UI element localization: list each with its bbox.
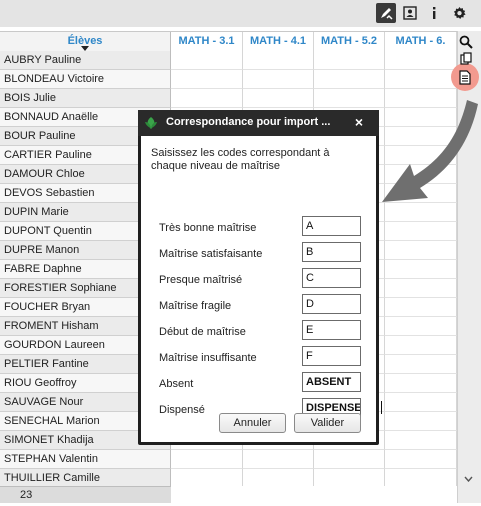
column-header-eleves[interactable]: Élèves (0, 32, 171, 51)
grade-cell[interactable] (243, 89, 314, 108)
grade-cell[interactable] (314, 469, 385, 486)
table-row[interactable]: STEPHAN Valentin (0, 450, 457, 469)
grade-cell[interactable] (385, 51, 457, 70)
level-code-input-satisfaisante[interactable] (302, 242, 361, 262)
grade-cell[interactable] (243, 70, 314, 89)
grade-cell[interactable] (385, 241, 457, 260)
grade-cell[interactable] (171, 450, 243, 469)
table-row[interactable]: AUBRY Pauline (0, 51, 457, 70)
grade-cell[interactable] (385, 279, 457, 298)
grade-cell[interactable] (171, 70, 243, 89)
column-header-math-5-2[interactable]: MATH - 5.2 (314, 32, 385, 51)
level-code-input-tres-bonne[interactable] (302, 216, 361, 236)
student-name[interactable]: AUBRY Pauline (0, 51, 171, 70)
dialog-instructions: Saisissez les codes correspondant à chaq… (151, 147, 330, 172)
grade-cell[interactable] (385, 298, 457, 317)
student-count-footer: 23 (0, 486, 171, 503)
grade-cell[interactable] (385, 222, 457, 241)
student-name[interactable]: STEPHAN Valentin (0, 450, 171, 469)
column-header-math-3-1[interactable]: MATH - 3.1 (171, 32, 243, 51)
cancel-button[interactable]: Annuler (219, 413, 286, 433)
grade-cell[interactable] (385, 336, 457, 355)
copy-icon[interactable] (458, 51, 474, 67)
gear-icon[interactable] (449, 3, 469, 23)
column-header-math-4-1[interactable]: MATH - 4.1 (243, 32, 314, 51)
level-label-satisfaisante: Maîtrise satisfaisante (159, 248, 263, 260)
pen-check-icon[interactable] (376, 3, 396, 23)
scroll-down-icon[interactable] (460, 473, 476, 485)
app-logo-icon (145, 117, 157, 129)
level-code-input-fragile[interactable] (302, 294, 361, 314)
grade-cell[interactable] (243, 469, 314, 486)
level-label-tres-bonne: Très bonne maîtrise (159, 222, 257, 234)
grade-cell[interactable] (385, 374, 457, 393)
grade-cell[interactable] (385, 355, 457, 374)
text-caret (381, 401, 382, 414)
grade-cell[interactable] (243, 51, 314, 70)
callout-arrow-icon (382, 100, 478, 202)
grade-cell[interactable] (171, 469, 243, 486)
import-mapping-dialog: Correspondance pour import ... × Saisiss… (138, 110, 382, 445)
column-header-math-6[interactable]: MATH - 6. (385, 32, 457, 51)
grade-cell[interactable] (385, 412, 457, 431)
validate-button[interactable]: Valider (294, 413, 361, 433)
student-name[interactable]: BLONDEAU Victoire (0, 70, 171, 89)
level-label-fragile: Maîtrise fragile (159, 300, 232, 312)
student-name[interactable]: BOIS Julie (0, 89, 171, 108)
student-name[interactable]: THUILLIER Camille (0, 469, 171, 486)
grade-cell[interactable] (314, 51, 385, 70)
grade-cell[interactable] (171, 51, 243, 70)
grade-cell[interactable] (314, 450, 385, 469)
grade-cell[interactable] (385, 260, 457, 279)
top-toolbar (0, 0, 481, 27)
level-code-input-absent[interactable] (302, 372, 361, 392)
level-label-absent: Absent (159, 378, 194, 390)
level-code-input-insuffisante[interactable] (302, 346, 361, 366)
dialog-title-bar[interactable]: Correspondance pour import ... × (138, 110, 379, 136)
level-code-input-presque[interactable] (302, 268, 361, 288)
grade-cell[interactable] (385, 393, 457, 412)
grade-cell[interactable] (171, 89, 243, 108)
grade-cell[interactable] (385, 431, 457, 450)
grade-cell[interactable] (385, 450, 457, 469)
grid-header: Élèves MATH - 3.1 MATH - 4.1 MATH - 5.2 … (0, 32, 457, 51)
grade-cell[interactable] (385, 317, 457, 336)
grade-cell[interactable] (243, 450, 314, 469)
level-label-insuffisante: Maîtrise insuffisante (159, 352, 257, 364)
table-row[interactable]: THUILLIER Camille (0, 469, 457, 486)
level-code-input-debut[interactable] (302, 320, 361, 340)
search-icon[interactable] (458, 34, 474, 50)
id-card-icon[interactable] (400, 3, 420, 23)
close-icon[interactable]: × (352, 115, 366, 129)
level-label-presque: Presque maîtrisé (159, 274, 243, 286)
dialog-body: Saisissez les codes correspondant à chaq… (141, 136, 382, 442)
student-count: 23 (20, 489, 33, 501)
info-icon[interactable] (424, 3, 444, 23)
dialog-title: Correspondance pour import ... (166, 116, 331, 128)
grade-cell[interactable] (385, 469, 457, 486)
level-label-dispense: Dispensé (159, 404, 205, 416)
level-label-debut: Début de maîtrise (159, 326, 246, 338)
